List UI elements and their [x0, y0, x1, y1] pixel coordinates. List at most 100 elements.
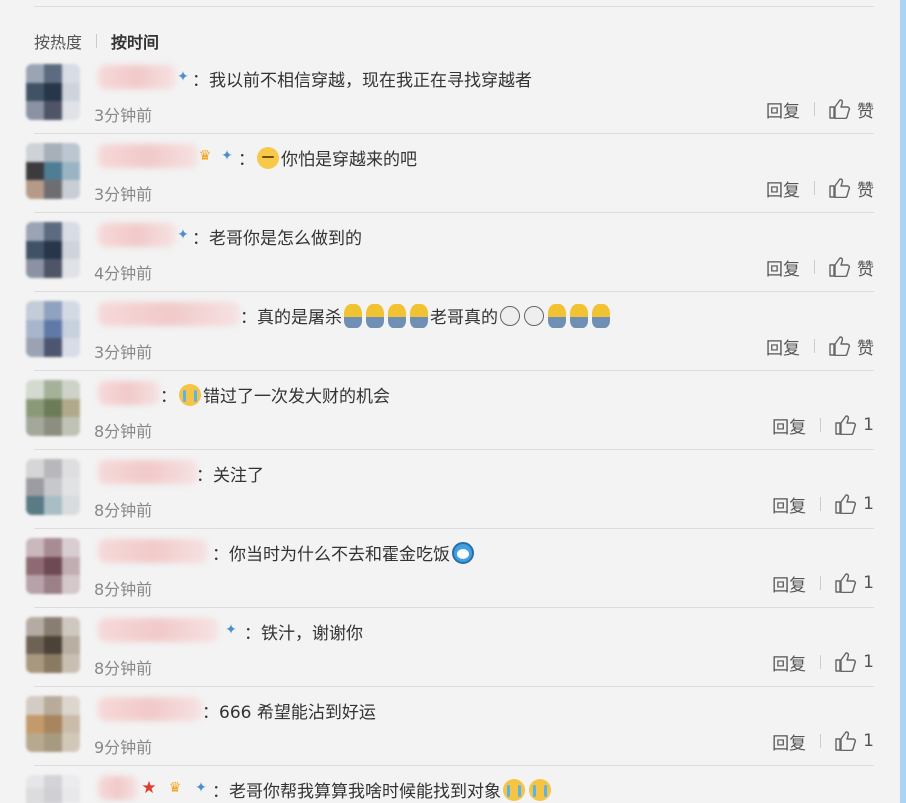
emoji-cry-icon [529, 778, 551, 801]
avatar[interactable] [26, 696, 80, 752]
comment-time: 3分钟前 [94, 185, 153, 204]
like-button[interactable]: 1 [835, 494, 874, 514]
crown-badge-icon: ♛ [168, 780, 182, 796]
comment-body: ：老哥你帮我算算我啥时候能找到对象 [212, 782, 501, 802]
comment-actions: 回复 赞 [766, 176, 874, 201]
username[interactable] [98, 618, 218, 642]
sort-separator [96, 34, 98, 48]
action-separator [814, 181, 815, 195]
like-thumb-icon [829, 336, 851, 356]
action-separator [820, 734, 822, 748]
like-thumb-icon [835, 652, 857, 672]
reply-button[interactable]: 回复 [772, 413, 806, 438]
avatar[interactable] [26, 301, 80, 357]
comment-item: ✦ ：我以前不相信穿越，现在我正在寻找穿越者 3分钟前 回复 赞 [0, 56, 900, 135]
window-edge [900, 0, 906, 803]
comment-actions: 回复 赞 [766, 97, 874, 122]
avatar[interactable] [26, 380, 80, 436]
avatar[interactable] [26, 143, 80, 199]
comment-divider [34, 528, 874, 529]
comment-text: ：666 希望能沾到好运 [202, 703, 376, 723]
comment-divider [34, 765, 874, 766]
reply-button[interactable]: 回复 [772, 650, 806, 675]
emoji-cry-icon [179, 383, 201, 406]
vip-shield-icon: ✦ [177, 69, 189, 85]
like-button[interactable]: 赞 [829, 97, 874, 122]
username[interactable] [98, 65, 176, 89]
comment-time: 8分钟前 [94, 580, 153, 599]
username[interactable] [98, 381, 160, 405]
reply-button[interactable]: 回复 [766, 334, 800, 359]
avatar[interactable] [26, 775, 80, 803]
comment-colon: ： [160, 387, 177, 407]
like-label: 赞 [857, 101, 874, 122]
comment-divider [34, 449, 874, 450]
comment-body: ：你当时为什么不去和霍金吃饭 [212, 545, 450, 565]
comment-actions: 回复 1 [772, 492, 874, 517]
like-button[interactable]: 赞 [829, 255, 874, 280]
reply-button[interactable]: 回复 [766, 176, 800, 201]
reply-button[interactable]: 回复 [772, 571, 806, 596]
username[interactable] [98, 776, 138, 800]
username[interactable] [98, 539, 208, 563]
comment-item: ： 错过了一次发大财的机会 8分钟前 回复 1 [0, 372, 900, 451]
username[interactable] [98, 223, 176, 247]
like-thumb-icon [835, 731, 857, 751]
emoji-figure-icon [548, 303, 566, 328]
username[interactable] [98, 460, 198, 484]
avatar[interactable] [26, 459, 80, 515]
comment-time: 8分钟前 [94, 422, 153, 441]
avatar[interactable] [26, 538, 80, 594]
like-button[interactable]: 1 [835, 731, 874, 751]
like-button[interactable]: 1 [835, 573, 874, 593]
comment-divider [34, 212, 874, 213]
sort-by-hot-tab[interactable]: 按热度 [34, 29, 82, 53]
emoji-cry-icon [503, 778, 525, 801]
avatar[interactable] [26, 64, 80, 120]
comment-item: ✦ ：铁汁，谢谢你 8分钟前 回复 1 [0, 609, 900, 688]
like-count: 1 [863, 415, 874, 435]
comment-actions: 回复 赞 [766, 334, 874, 359]
like-button[interactable]: 赞 [829, 334, 874, 359]
comment-text: ：你当时为什么不去和霍金吃饭 [212, 540, 476, 565]
comment-divider [34, 686, 874, 687]
action-separator [814, 102, 815, 116]
username[interactable] [98, 697, 202, 721]
like-button[interactable]: 1 [835, 415, 874, 435]
avatar[interactable] [26, 222, 80, 278]
like-button[interactable]: 赞 [829, 176, 874, 201]
reply-button[interactable]: 回复 [772, 492, 806, 517]
comment-body: 老哥真的 [430, 308, 498, 328]
comment-actions: 回复 1 [772, 729, 874, 754]
avatar[interactable] [26, 617, 80, 673]
emoji-face-icon [524, 305, 544, 326]
comment-divider [34, 133, 874, 134]
comment-text: ：我以前不相信穿越，现在我正在寻找穿越者 [192, 71, 532, 91]
like-button[interactable]: 1 [835, 652, 874, 672]
sort-bar: 按热度 按时间 [34, 30, 159, 52]
comment-actions: 回复 1 [772, 413, 874, 438]
vip-shield-icon: ✦ [225, 622, 237, 638]
comment-item: ★ ♛ ✦ ：老哥你帮我算算我啥时候能找到对象 [0, 767, 900, 803]
comment-time: 8分钟前 [94, 659, 153, 678]
comment-text: ： 错过了一次发大财的机会 [160, 382, 390, 407]
comment-text: ：老哥你帮我算算我啥时候能找到对象 [212, 777, 553, 802]
like-count: 1 [863, 731, 874, 751]
username[interactable] [98, 302, 240, 326]
comment-colon: ： [238, 150, 255, 170]
reply-button[interactable]: 回复 [766, 255, 800, 280]
comment-item: ♛ ✦ ： 你怕是穿越来的吧 3分钟前 回复 赞 [0, 135, 900, 214]
action-separator [814, 339, 815, 353]
reply-button[interactable]: 回复 [766, 97, 800, 122]
sort-by-time-tab[interactable]: 按时间 [111, 29, 159, 53]
like-thumb-icon [829, 257, 851, 277]
like-thumb-icon [835, 573, 857, 593]
like-thumb-icon [835, 494, 857, 514]
username[interactable] [98, 144, 198, 168]
emoji-sleepy-icon [257, 146, 279, 169]
action-separator [820, 497, 822, 511]
crown-badge-icon: ♛ [198, 148, 212, 164]
reply-button[interactable]: 回复 [772, 729, 806, 754]
comment-divider [34, 607, 874, 608]
like-count: 1 [863, 573, 874, 593]
